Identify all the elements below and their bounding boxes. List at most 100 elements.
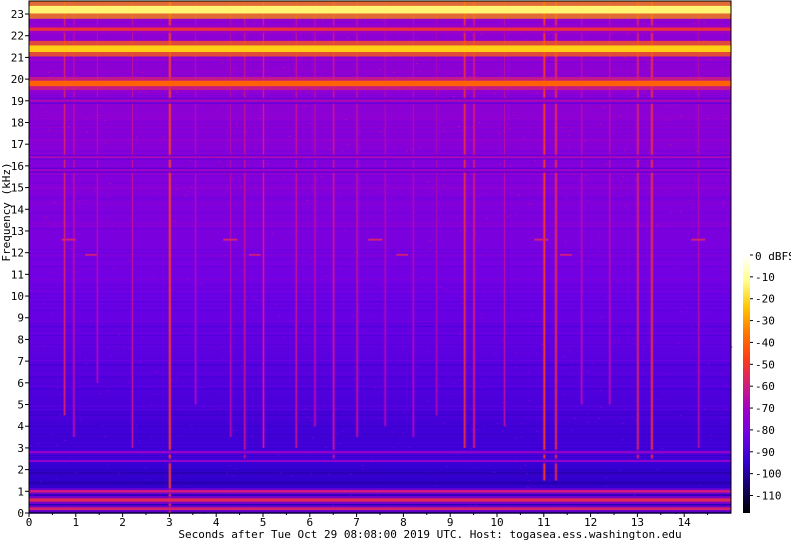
noise-speckle	[308, 448, 311, 450]
noise-speckle	[201, 282, 204, 284]
noise-speckle	[106, 92, 109, 94]
transient-line	[195, 1, 197, 405]
y-tick-label: 10	[11, 290, 24, 303]
colorbar-tick-label: -90	[755, 446, 775, 459]
noise-speckle	[620, 181, 623, 183]
noise-speckle	[618, 338, 621, 340]
noise-speckle	[306, 91, 309, 93]
noise-speckle	[232, 178, 235, 180]
noise-speckle	[175, 188, 178, 190]
noise-speckle	[447, 190, 450, 192]
noise-speckle	[647, 67, 650, 69]
noise-speckle	[625, 205, 628, 207]
noise-speckle	[54, 201, 57, 203]
noise-speckle	[685, 307, 688, 309]
noise-speckle	[457, 125, 460, 127]
y-tick-label: 7	[17, 355, 24, 368]
noise-speckle	[406, 199, 409, 201]
noise-speckle	[156, 266, 159, 268]
noise-speckle	[508, 128, 511, 130]
noise-speckle	[613, 326, 616, 328]
noise-speckle	[122, 346, 125, 348]
noise-speckle	[377, 191, 380, 193]
noise-speckle	[493, 471, 496, 473]
noise-speckle	[508, 118, 511, 120]
noise-speckle	[47, 220, 50, 222]
noise-striation	[29, 142, 731, 144]
noise-speckle	[440, 120, 443, 122]
noise-speckle	[54, 70, 57, 72]
noise-speckle	[88, 268, 91, 270]
x-tick-label: 2	[119, 516, 126, 529]
noise-speckle	[599, 317, 602, 319]
noise-speckle	[528, 238, 531, 240]
noise-speckle	[429, 194, 432, 196]
noise-speckle	[618, 469, 621, 471]
noise-speckle	[289, 363, 292, 365]
transient-line	[356, 1, 358, 438]
noise-speckle	[229, 465, 232, 467]
noise-speckle	[271, 96, 274, 98]
y-tick-label: 5	[17, 399, 24, 412]
noise-speckle	[564, 198, 567, 200]
noise-speckle	[178, 474, 181, 476]
transient-line	[698, 1, 700, 448]
noise-speckle	[586, 413, 589, 415]
noise-speckle	[618, 115, 621, 117]
noise-speckle	[29, 445, 32, 447]
noise-speckle	[371, 255, 374, 257]
noise-speckle	[529, 320, 532, 322]
noise-speckle	[605, 477, 608, 479]
noise-speckle	[719, 268, 722, 270]
noise-speckle	[155, 370, 158, 372]
noise-speckle	[144, 467, 147, 469]
noise-speckle	[536, 92, 539, 94]
noise-speckle	[481, 387, 484, 389]
x-axis-label: Seconds after Tue Oct 29 08:08:00 2019 U…	[178, 528, 681, 541]
noise-speckle	[679, 115, 682, 117]
noise-speckle	[657, 398, 660, 400]
noise-speckle	[477, 196, 480, 198]
noise-speckle	[177, 434, 180, 436]
noise-speckle	[455, 293, 458, 295]
y-axis-label: Frequency (kHz)	[0, 162, 13, 261]
noise-speckle	[73, 457, 76, 459]
noise-speckle	[648, 298, 651, 300]
noise-speckle	[630, 96, 633, 98]
noise-striation	[29, 364, 731, 366]
noise-speckle	[677, 343, 680, 345]
transient-line	[96, 1, 98, 383]
noise-speckle	[602, 106, 605, 108]
noise-speckle	[278, 59, 281, 61]
noise-speckle	[349, 473, 352, 475]
colorbar-tick-label: -70	[755, 402, 775, 415]
transient-line	[295, 1, 297, 448]
noise-speckle	[77, 200, 80, 202]
noise-speckle	[378, 418, 381, 420]
noise-speckle	[141, 336, 144, 338]
noise-speckle	[587, 200, 590, 202]
noise-speckle	[372, 402, 375, 404]
noise-speckle	[93, 188, 96, 190]
noise-speckle	[380, 130, 383, 132]
noise-striation	[29, 197, 731, 199]
noise-speckle	[271, 232, 274, 234]
noise-striation	[29, 442, 731, 444]
noise-speckle	[418, 146, 421, 148]
noise-speckle	[586, 179, 589, 181]
noise-speckle	[598, 234, 601, 236]
noise-speckle	[680, 311, 683, 313]
noise-speckle	[239, 185, 242, 187]
noise-speckle	[520, 314, 523, 316]
tonal-band	[29, 459, 731, 463]
noise-speckle	[317, 408, 320, 410]
noise-speckle	[66, 269, 69, 271]
noise-striation	[29, 228, 731, 230]
noise-speckle	[234, 67, 237, 69]
noise-speckle	[524, 464, 527, 466]
noise-speckle	[469, 76, 472, 78]
noise-speckle	[286, 252, 289, 254]
tonal-band	[29, 99, 731, 103]
noise-striation	[29, 20, 731, 22]
noise-speckle	[514, 366, 517, 368]
